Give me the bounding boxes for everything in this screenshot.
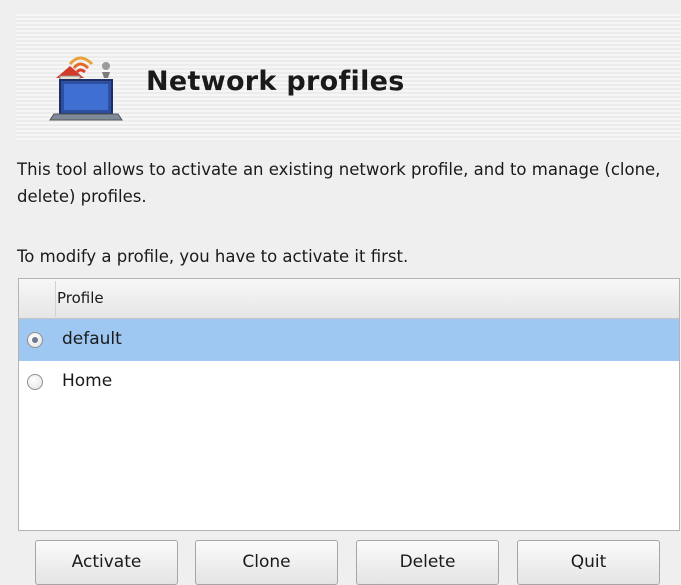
delete-button[interactable]: Delete (356, 540, 499, 585)
profile-row-home[interactable]: Home (19, 361, 679, 403)
profile-row-default[interactable]: default (19, 319, 679, 361)
instruction-text: To modify a profile, you have to activat… (17, 247, 409, 266)
network-laptop-icon (49, 56, 123, 121)
activate-button[interactable]: Activate (35, 540, 178, 585)
clone-button[interactable]: Clone (195, 540, 338, 585)
radio-default[interactable] (27, 332, 43, 348)
header-banner: Network profiles (16, 14, 681, 142)
column-header-profile[interactable]: Profile (57, 289, 104, 307)
profile-label: default (62, 329, 122, 349)
list-header: Profile (19, 279, 679, 319)
profile-list[interactable]: Profile default Home (18, 278, 680, 531)
radio-home[interactable] (27, 374, 43, 390)
profile-label: Home (62, 371, 113, 391)
page-title: Network profiles (146, 66, 405, 97)
quit-button[interactable]: Quit (517, 540, 660, 585)
description-text: This tool allows to activate an existing… (17, 160, 661, 206)
column-separator (55, 281, 56, 317)
